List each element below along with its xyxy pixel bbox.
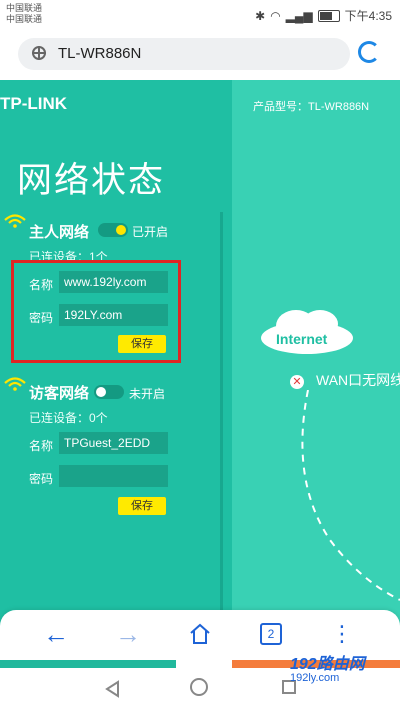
watermark-brand: 192路由网 [290,656,365,673]
guest-password-label: 密码 [29,472,54,486]
connection-line [301,390,400,601]
globe-icon [32,46,46,60]
status-bar: 中国联通 中国联通 ✱ ◠ ▂▄▆ 下午4:35 [0,0,400,30]
guest-name-label: 名称 [29,439,54,453]
status-icons: ✱ ◠ ▂▄▆ 下午4:35 [255,7,392,24]
scrollbar[interactable] [220,212,223,612]
wifi-signal-icon: ◠ [270,8,281,23]
error-icon: ✕ [290,375,304,389]
toggle-knob [116,225,126,235]
wifi-icon [4,377,26,391]
battery-icon [317,9,340,22]
url-text: TL-WR886N [58,45,142,62]
tplink-logo: TP-LINK [0,94,68,113]
home-icon [190,623,210,644]
host-network-state: 已开启 [132,225,169,239]
host-network-toggle[interactable] [98,223,128,237]
carrier-label: 中国联通 [6,14,43,24]
clock: 下午4:35 [344,9,392,23]
home-button[interactable] [184,618,216,650]
guest-name-input[interactable]: TPGuest_2EDD [59,432,168,454]
forward-button[interactable]: → [112,618,144,650]
page-title: 网络状态 [17,161,166,200]
guest-connected-count: 已连设备：0个 [29,411,108,425]
guest-password-input[interactable] [59,465,168,487]
host-network-title: 主人网络 [29,224,90,241]
internet-label: Internet [276,331,328,347]
system-home-icon[interactable] [190,678,208,696]
guest-save-button[interactable]: 保存 [118,497,166,515]
carrier-label: 中国联通 [6,3,43,13]
wan-status: WAN口无网线 [316,372,400,388]
router-admin-page: TP-LINK 产品型号：TL-WR886N 网络状态 主人网络 已开启 已连设… [0,80,400,670]
highlight-box [11,260,181,363]
cell-signal-icon: ▂▄▆ [285,8,313,23]
url-field[interactable]: TL-WR886N [18,38,350,70]
tabs-count: 2 [260,623,282,645]
reload-icon[interactable] [358,41,380,63]
wifi-icon [4,214,26,228]
tabs-button[interactable]: 2 [255,618,287,650]
menu-button[interactable]: ⋮ [326,618,358,650]
system-back-icon[interactable] [104,680,120,698]
model-label: 产品型号：TL-WR886N [253,101,370,113]
guest-network-state: 未开启 [129,387,166,401]
system-navigation-bar [0,668,400,711]
watermark-url: 192ly.com [290,672,340,684]
toggle-knob [96,387,106,397]
guest-network-toggle[interactable] [94,385,124,399]
browser-address-bar: TL-WR886N [0,30,400,80]
guest-network-title: 访客网络 [29,385,90,402]
bluetooth-icon: ✱ [255,8,266,23]
back-button[interactable]: ← [40,618,72,650]
